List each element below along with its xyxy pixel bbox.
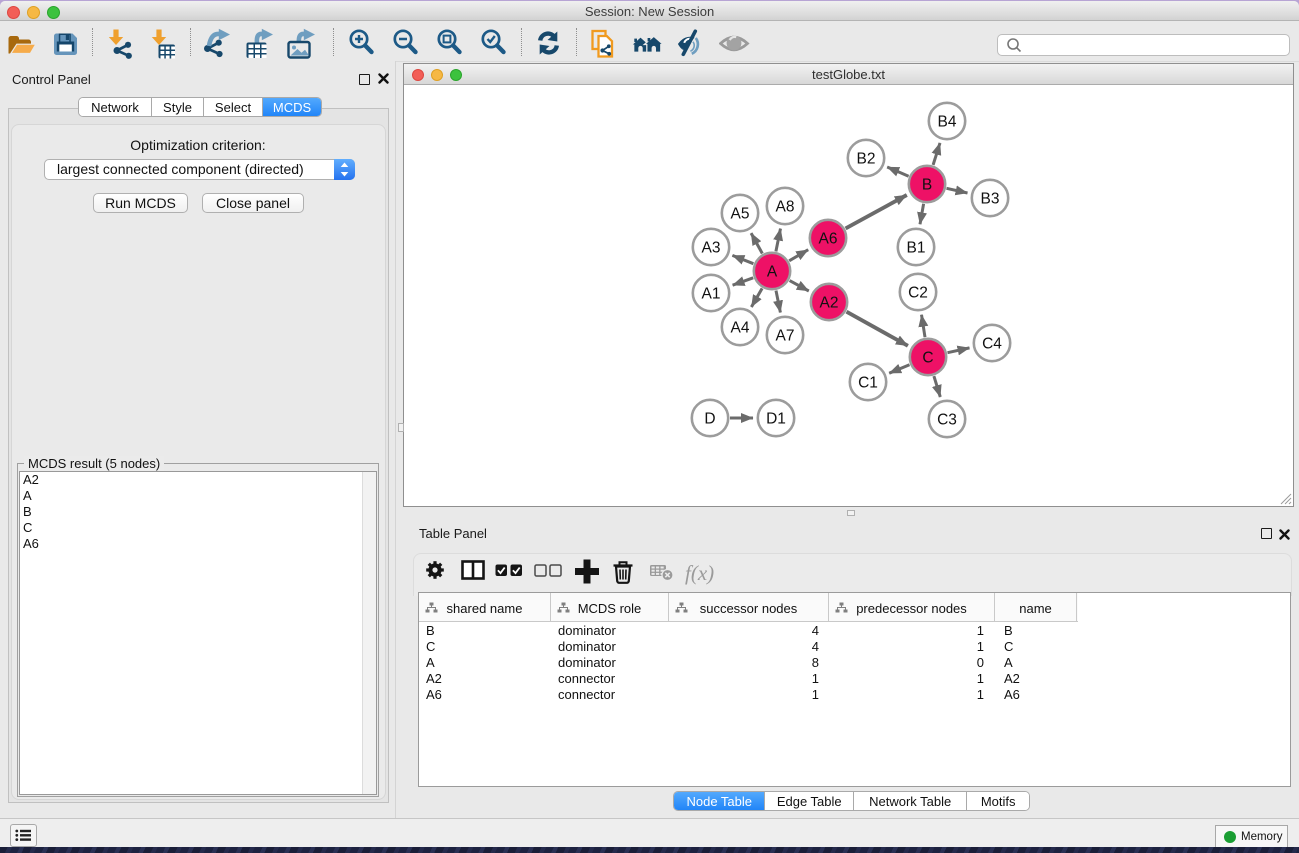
svg-text:A2: A2	[820, 295, 839, 312]
svg-text:B4: B4	[938, 114, 957, 131]
svg-text:C2: C2	[908, 285, 928, 302]
svg-text:A7: A7	[776, 328, 795, 345]
svg-text:C1: C1	[858, 375, 878, 392]
svg-text:D1: D1	[766, 411, 786, 428]
svg-text:C3: C3	[937, 412, 957, 429]
svg-text:A4: A4	[731, 320, 750, 337]
svg-text:B3: B3	[981, 191, 1000, 208]
svg-text:A3: A3	[702, 240, 721, 257]
svg-text:B: B	[922, 177, 932, 194]
svg-text:A8: A8	[776, 199, 795, 216]
svg-text:C4: C4	[982, 336, 1002, 353]
svg-text:D: D	[704, 411, 715, 428]
svg-text:A1: A1	[702, 286, 721, 303]
svg-text:A: A	[767, 264, 778, 281]
svg-text:A6: A6	[819, 231, 838, 248]
svg-text:B1: B1	[907, 240, 926, 257]
svg-text:A5: A5	[731, 206, 750, 223]
svg-text:C: C	[922, 350, 933, 367]
svg-text:B2: B2	[857, 151, 876, 168]
